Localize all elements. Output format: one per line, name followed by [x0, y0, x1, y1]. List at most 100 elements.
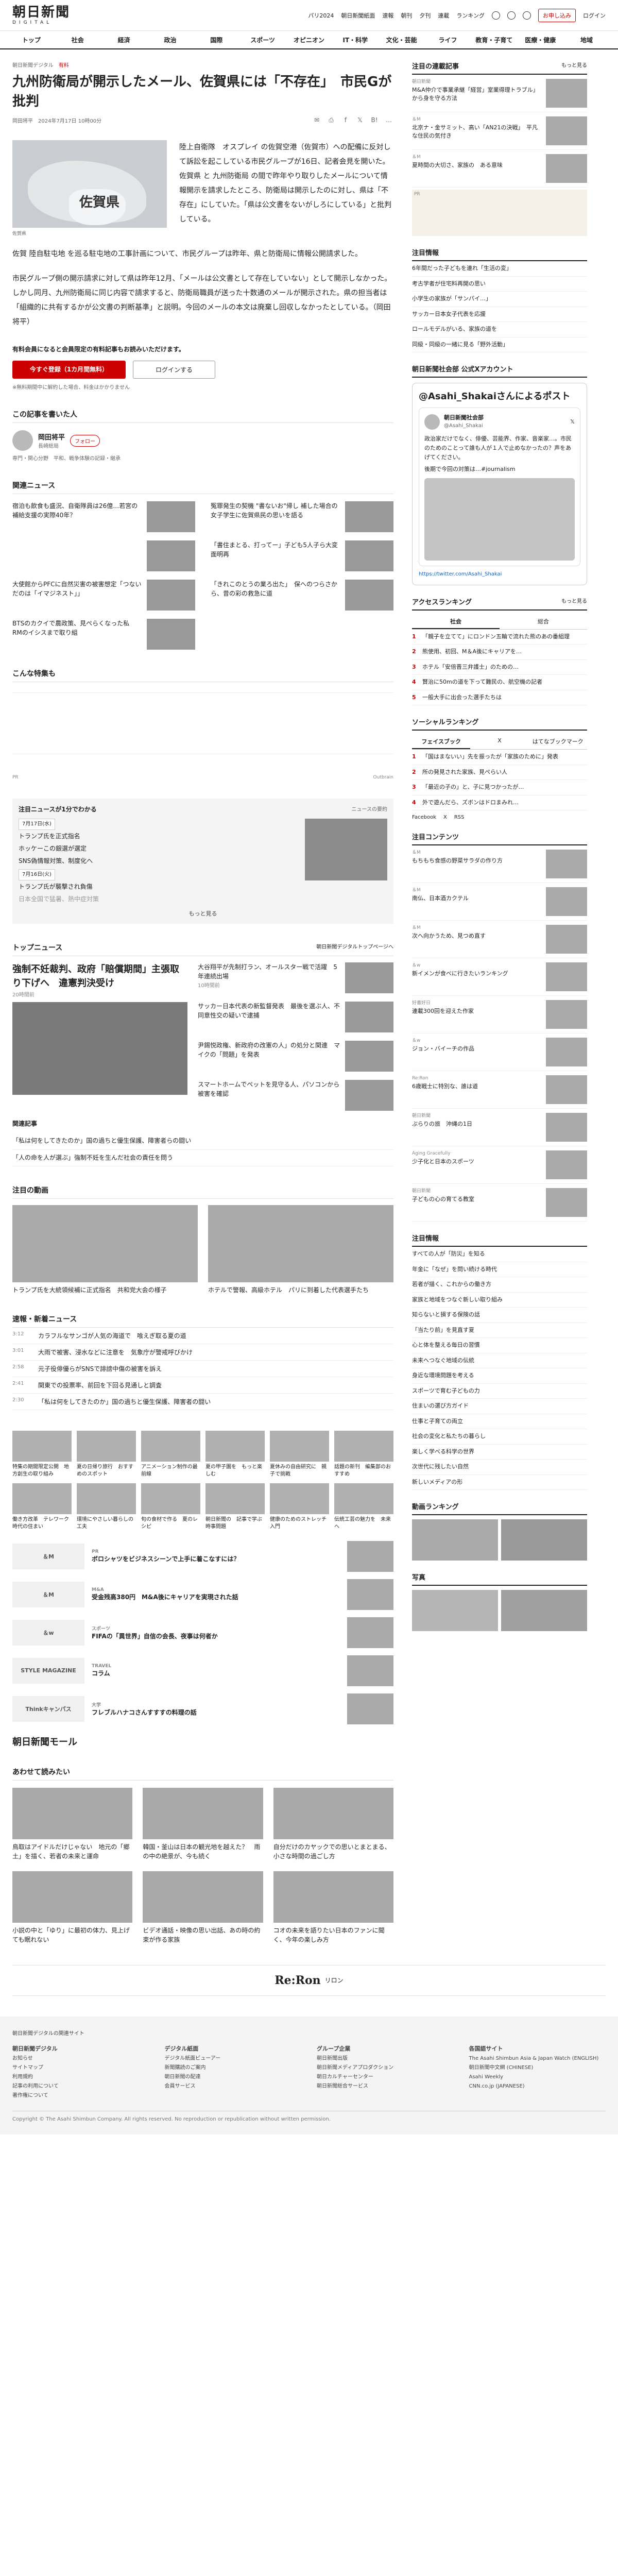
list-item[interactable]: 朝日新聞 ぶらりの旅 沖縄の1日	[412, 1109, 587, 1147]
subscribe-now-button[interactable]: 今すぐ登録（1カ月間無料）	[12, 361, 126, 379]
follow-button[interactable]: フォロー	[70, 434, 100, 447]
footer-link[interactable]: 朝日新聞の配達	[165, 2073, 302, 2082]
nav-item[interactable]: 経済	[101, 36, 147, 44]
pr-card[interactable]: 朝日新聞の 記事で学ぶ時事問題	[205, 1483, 265, 1531]
hatena-icon[interactable]: B!	[370, 115, 379, 125]
footer-link[interactable]: 朝日新聞出版	[317, 2054, 454, 2063]
footer-link[interactable]: お知らせ	[12, 2054, 149, 2063]
footer-link[interactable]: 朝日新聞総合サービス	[317, 2082, 454, 2091]
video-thumb[interactable]	[501, 1519, 587, 1561]
digest-image[interactable]	[305, 819, 387, 881]
ad-slot[interactable]: PR	[412, 190, 587, 236]
promo-row[interactable]: ＆M PR ボロシャツをビジネスシーンで上手に着こなすには？	[12, 1540, 393, 1572]
list-item[interactable]: 2 熊使用、初回、M＆A後にキャリアを…	[412, 645, 587, 660]
login-button[interactable]: ログインする	[133, 361, 215, 379]
header-link[interactable]: 速報	[382, 11, 393, 20]
list-item[interactable]: ＆w ジョン・バイーチの作品	[412, 1033, 587, 1072]
breadcrumb-section[interactable]: 朝日新聞デジタル	[12, 63, 54, 69]
recommend-card[interactable]: ビデオ通話・映像の思い出話、あの時の約束が作る家族	[143, 1871, 263, 1944]
tab-society[interactable]: 社会	[412, 615, 500, 629]
recommend-card[interactable]: 鳥取はアイドルだけじゃない 地元の「郷土」を描く、若者の未来と運命	[12, 1787, 133, 1861]
mall-logo[interactable]: 朝日新聞モール	[12, 1735, 393, 1748]
list-item[interactable]: 宿泊も飲食も盛況、自衛隊員は26億…若宮の補給支援の実際40年？	[12, 501, 195, 533]
header-link[interactable]: 連載	[438, 11, 449, 20]
list-item[interactable]: 朝日新聞 M&A仲介で事業承継「経営」室業得理トラブル」から身を守る方法	[412, 75, 587, 112]
list-item[interactable]: 6年間だった子どもを連れ「生活の変」	[412, 261, 587, 277]
list-item[interactable]: ＆M もちもち食感の野菜サラダの作り方	[412, 845, 587, 884]
list-item[interactable]: Aging Gracefully 少子化と日本のスポーツ	[412, 1146, 587, 1184]
digest-item[interactable]: ホッケーこの銀選が選定	[19, 842, 299, 855]
list-item[interactable]: サッカー日本女子代表を応援	[412, 307, 587, 322]
list-item[interactable]: BTSのカクイで農政策、見ぺらくなった私 RMのイシスまで取り組	[12, 619, 195, 650]
list-item[interactable]: 2:58 元子役俳優らがSNSで誹謗中傷の被害を訴え	[12, 1361, 393, 1377]
pr-card[interactable]: 夏の甲子園を もっと楽しむ	[205, 1430, 265, 1478]
list-item[interactable]: スポーツで育む子どもの力	[412, 1384, 587, 1399]
list-item[interactable]: ロールモデルがいる、家族の道を	[412, 322, 587, 337]
list-item[interactable]: 新しいメディアの形	[412, 1475, 587, 1490]
recommend-card[interactable]: 小説の中と「ゆり」に最初の体力、見上げても眠れない	[12, 1871, 133, 1944]
nav-item[interactable]: 社会	[55, 36, 101, 44]
list-item[interactable]: ＆M 南仏、日本酒カクテル	[412, 883, 587, 921]
nav-item[interactable]: 教育・子育て	[471, 36, 517, 44]
promo-row[interactable]: ＆w スポーツ FIFAの「異世界」自信の会長、夜事は何者か	[12, 1617, 393, 1648]
list-item[interactable]: 同級・同級の一緒に見る「野外活動」	[412, 337, 587, 352]
footer-link[interactable]: 利用規約	[12, 2073, 149, 2082]
list-item[interactable]: 社会の変化と私たちの暮らし	[412, 1429, 587, 1445]
list-item[interactable]: 年金に「なぜ」を問い続ける時代	[412, 1262, 587, 1278]
list-item[interactable]: 家族と地域をつなぐ新しい取り組み	[412, 1293, 587, 1308]
list-item[interactable]: 「書住まとる、打ってー」子ども5人子ら大変面明再	[211, 540, 393, 572]
nav-item[interactable]: オピニオン	[286, 36, 332, 44]
facebook-icon[interactable]: f	[341, 115, 350, 125]
pr-card[interactable]: 特集の期間限定公開 地方創生の取り組み	[12, 1430, 72, 1478]
list-item[interactable]: 住まいの選び方ガイド	[412, 1399, 587, 1414]
list-item[interactable]: 大使館からPFCに自然災害の被害想定「つないだのは「イマジネスト」」	[12, 580, 195, 611]
digest-item[interactable]: トランプ氏を正式指名	[19, 830, 299, 842]
video-thumb[interactable]	[412, 1519, 498, 1561]
footer-link[interactable]: 著作権について	[12, 2091, 149, 2100]
list-item[interactable]: 冤罪発生の契機 "書ないお"帰し 補した場合の女子学生に佐賀県民の思いを語る	[211, 501, 393, 533]
footer-link[interactable]: The Asahi Shimbun Asia & Japan Watch (EN…	[469, 2054, 606, 2063]
nav-item[interactable]: トップ	[8, 36, 55, 44]
pr-card[interactable]: 旬の食材で作る 夏のレシピ	[141, 1483, 200, 1531]
nav-item[interactable]: ライフ	[425, 36, 471, 44]
footer-link[interactable]: CNN.co.jp (JAPANESE)	[469, 2082, 606, 2091]
top-news-main[interactable]: 強制不妊裁判、政府「賠償期間」主張取り下げへ 違憲判決受け 20時間前	[12, 962, 187, 1111]
list-item[interactable]: 小学生の家族が「サンパイ…」	[412, 292, 587, 307]
video-card[interactable]: トランプ氏を大統領候補に正式指名 共和党大会の様子	[12, 1205, 198, 1295]
list-item[interactable]: 「人の命を人が選ぶ」強制不妊を生んだ社会の責任を問う	[12, 1150, 393, 1166]
user-icon[interactable]	[523, 11, 531, 20]
facebook-follow[interactable]: Facebook	[412, 815, 436, 820]
tab-hatena[interactable]: はてなブックマーク	[529, 735, 587, 749]
header-link[interactable]: パリ2024	[308, 11, 334, 20]
list-item[interactable]: 大谷翔平が先制打ラン、オールスター戦で活躍 5年連続出場 10時間前	[198, 962, 393, 994]
list-item[interactable]: 4 賢治に50mの道を下って難民の、航空機の記者	[412, 675, 587, 690]
pr-card[interactable]: 話題の新刊 編集部のおすすめ	[334, 1430, 393, 1478]
photo-thumb[interactable]	[501, 1590, 587, 1632]
login-link[interactable]: ログイン	[583, 11, 606, 20]
nav-item[interactable]: スポーツ	[239, 36, 286, 44]
footer-link[interactable]: サイトマップ	[12, 2063, 149, 2073]
search-icon[interactable]	[492, 11, 500, 20]
byline[interactable]: 岡田将平	[12, 118, 33, 124]
list-item[interactable]: 考古学者が住宅料再開の思い	[412, 277, 587, 292]
x-follow[interactable]: X	[443, 815, 447, 820]
list-item[interactable]: 2 所の発見された家族、見ぺらい人	[412, 765, 587, 781]
footer-link[interactable]: デジタル紙面ビューアー	[165, 2054, 302, 2063]
subscribe-button[interactable]: お申し込み	[538, 8, 576, 22]
top-news-link[interactable]: 朝日新聞デジタルトップページへ	[316, 942, 393, 953]
nav-item[interactable]: IT・科学	[332, 36, 379, 44]
help-icon[interactable]	[507, 11, 516, 20]
list-item[interactable]: 3 「最近の子の」と、子に見つかったが…	[412, 780, 587, 795]
list-item[interactable]: すべての人が「防災」を知る	[412, 1247, 587, 1262]
list-item[interactable]: ＆w 新イメンが食べに行きたいランキング	[412, 958, 587, 996]
list-item[interactable]: ＆M 夏時間の大切さ、家族の ある意味	[412, 150, 587, 188]
tab-x[interactable]: X	[470, 735, 528, 749]
list-item[interactable]: 次世代に残したい自然	[412, 1460, 587, 1475]
digest-item[interactable]: SNS偽情報対策、制度化へ	[19, 855, 299, 867]
pr-card[interactable]: 夏休みの自由研究に 親子で挑戦	[270, 1430, 329, 1478]
tab-facebook[interactable]: フェイスブック	[412, 735, 471, 750]
list-item[interactable]: 「当たり前」を見直す夏	[412, 1323, 587, 1338]
promo-row[interactable]: STYLE MAGAZINE TRAVEL コラム	[12, 1655, 393, 1686]
list-item[interactable]: 知らないと損する保険の話	[412, 1308, 587, 1323]
more-link[interactable]: もっと見る	[19, 909, 387, 918]
